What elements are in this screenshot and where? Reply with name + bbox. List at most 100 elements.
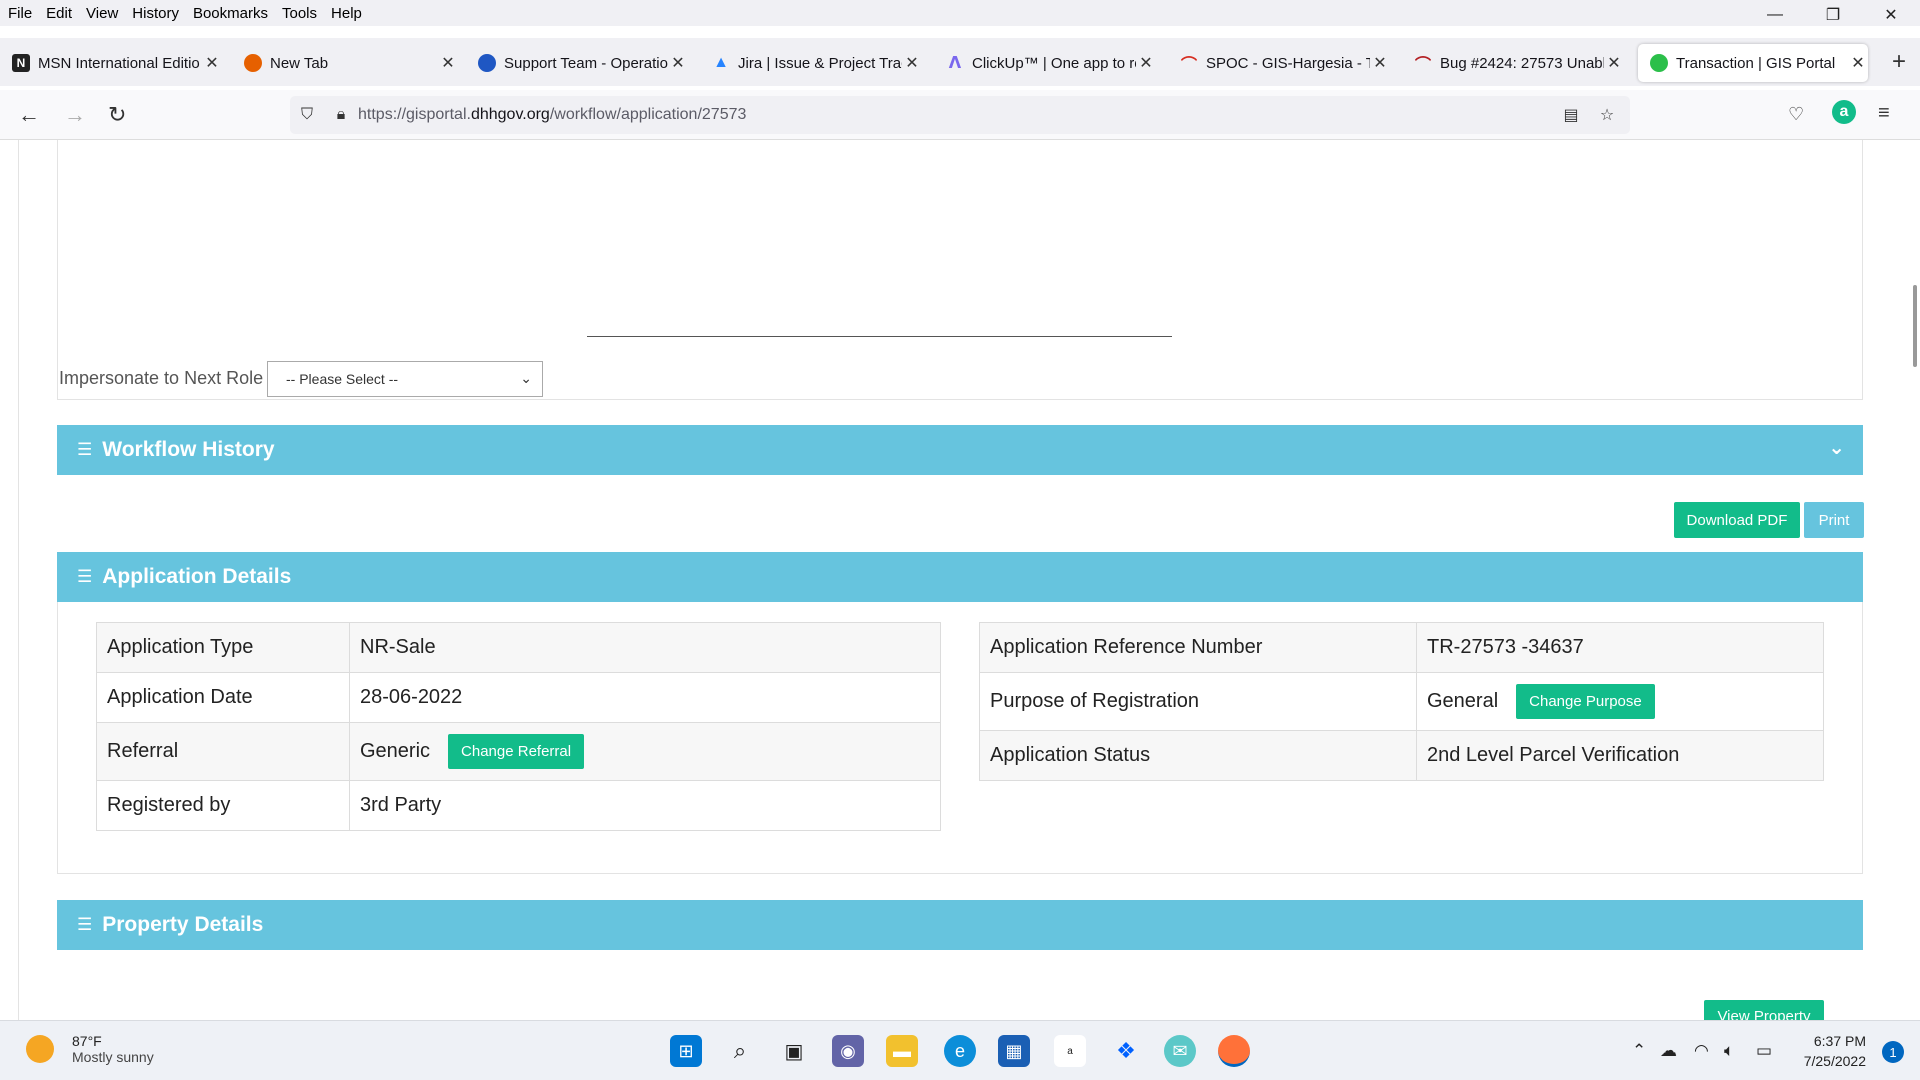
field-label: Application Type [96,622,350,673]
page-content: Impersonate to Next Role -- Please Selec… [0,140,1920,1020]
table-row: Application Reference Number TR-27573 -3… [979,622,1824,673]
field-value: 2nd Level Parcel Verification [1416,730,1824,781]
close-tab-icon[interactable]: ✕ [902,53,922,73]
field-value: 28-06-2022 [349,672,941,723]
menu-history[interactable]: History [124,5,185,22]
forward-button[interactable]: → [64,102,86,128]
select-value: -- Please Select -- [286,371,399,387]
tab-title: Transaction | GIS Portal [1676,54,1836,72]
field-value: 3rd Party [349,780,941,831]
chevron-down-icon[interactable]: ⌄ [1828,435,1845,460]
workflow-history-header[interactable]: ☰ Workflow History ⌄ [57,425,1863,475]
notification-badge[interactable]: 1 [1882,1041,1904,1063]
close-tab-icon[interactable]: ✕ [1848,53,1868,73]
change-purpose-button[interactable]: Change Purpose [1516,684,1655,719]
field-value-cell: General Change Purpose [1416,672,1824,731]
pocket-icon[interactable]: ♡ [1788,104,1804,125]
app-menu-icon[interactable]: ≡ [1878,102,1890,125]
tab-title: New Tab [270,54,329,72]
print-button[interactable]: Print [1804,502,1864,538]
field-value: NR-Sale [349,622,941,673]
minimize-button[interactable]: — [1746,0,1804,30]
shield-icon[interactable]: ⛉ [290,106,324,124]
navigation-bar: ← → ↻ ⛉ 🔒︎ https://gisportal.dhhgov.org/… [0,90,1920,140]
address-bar[interactable]: ⛉ 🔒︎ https://gisportal.dhhgov.org/workfl… [290,96,1630,134]
section-title: Property Details [102,913,264,936]
tab-transaction-gis-portal[interactable]: Transaction | GIS Portal ✕ [1638,44,1868,82]
account-icon[interactable]: a [1832,100,1856,124]
wifi-icon[interactable]: ◠ [1694,1041,1709,1061]
reload-button[interactable]: ↻ [108,102,126,128]
field-label: Purpose of Registration [979,672,1417,731]
application-details-header[interactable]: ☰ Application Details [57,552,1863,602]
tab-new-tab[interactable]: New Tab ✕ [232,44,458,82]
window-controls: — ❐ ✕ [1746,0,1920,30]
support-icon [478,54,496,72]
table-row: Application Status 2nd Level Parcel Veri… [979,730,1824,781]
chevron-up-icon[interactable]: ⌃ [1632,1041,1646,1061]
field-label: Application Date [96,672,350,723]
impersonate-label: Impersonate to Next Role [59,368,264,388]
edge-icon[interactable]: e [944,1035,976,1067]
restore-button[interactable]: ❐ [1804,0,1862,30]
close-tab-icon[interactable]: ✕ [1136,53,1156,73]
store-icon[interactable]: ▦ [998,1035,1030,1067]
view-property-button[interactable]: View Property [1704,1000,1824,1020]
impersonate-role-select[interactable]: -- Please Select -- ⌄ [267,361,543,397]
teams-chat-icon[interactable]: ◉ [832,1035,864,1067]
close-tab-icon[interactable]: ✕ [202,53,222,73]
download-pdf-button[interactable]: Download PDF [1674,502,1800,538]
close-tab-icon[interactable]: ✕ [438,53,458,73]
menu-help[interactable]: Help [323,5,368,22]
tab-title: Jira | Issue & Project Trac [738,54,902,72]
reader-view-icon[interactable]: ▤ [1554,105,1588,125]
close-window-button[interactable]: ✕ [1862,0,1920,30]
system-clock[interactable]: 6:37 PM 7/25/2022 [1804,1031,1866,1071]
url-domain: dhhgov.org [470,106,550,123]
menu-view[interactable]: View [78,5,124,22]
signature-line [587,336,1172,337]
scrollbar-thumb[interactable] [1913,285,1917,367]
change-referral-button[interactable]: Change Referral [448,734,585,769]
tab-strip: N MSN International Editio ✕ New Tab ✕ S… [0,38,1920,86]
battery-icon[interactable]: ▭ [1756,1041,1772,1061]
tab-support-team[interactable]: Support Team - Operatio ✕ [466,44,688,82]
onedrive-icon[interactable]: ☁ [1660,1041,1677,1061]
close-tab-icon[interactable]: ✕ [1604,53,1624,73]
field-value: TR-27573 -34637 [1416,622,1824,673]
lock-icon[interactable]: 🔒︎ [324,106,358,124]
messenger-icon[interactable]: ✉ [1164,1035,1196,1067]
page-scrollbar[interactable] [1910,140,1920,1020]
tab-spoc[interactable]: ⌒ SPOC - GIS-Hargesia - Te ✕ [1168,44,1390,82]
close-tab-icon[interactable]: ✕ [1370,53,1390,73]
windows-start-icon[interactable]: ⊞ [670,1035,702,1067]
url-text[interactable]: https://gisportal.dhhgov.org/workflow/ap… [358,106,746,124]
tab-jira[interactable]: ▲ Jira | Issue & Project Trac ✕ [700,44,922,82]
tab-clickup[interactable]: ᐱ ClickUp™ | One app to re ✕ [934,44,1156,82]
menu-bookmarks[interactable]: Bookmarks [185,5,274,22]
menu-edit[interactable]: Edit [38,5,78,22]
menu-tools[interactable]: Tools [274,5,323,22]
clickup-icon: ᐱ [948,55,962,72]
task-view-icon[interactable]: ▣ [778,1035,810,1067]
bookmark-star-icon[interactable]: ☆ [1590,105,1624,125]
property-details-header[interactable]: ☰ Property Details [57,900,1863,950]
tab-bug-2424[interactable]: ⌒ Bug #2424: 27573 Unabl ✕ [1402,44,1624,82]
close-tab-icon[interactable]: ✕ [668,53,688,73]
table-row: Application Date 28-06-2022 [96,672,941,723]
field-value: Generic [360,739,431,762]
tab-msn[interactable]: N MSN International Editio ✕ [0,44,222,82]
tab-title: SPOC - GIS-Hargesia - Te [1206,54,1370,72]
amazon-icon[interactable]: a [1054,1035,1086,1067]
volume-icon[interactable]: 🔈︎ [1724,1041,1734,1061]
search-icon[interactable]: ⌕ [724,1035,756,1067]
file-explorer-icon[interactable]: ▬ [886,1035,918,1067]
field-label: Application Status [979,730,1417,781]
menu-file[interactable]: File [0,5,38,22]
new-tab-button[interactable]: + [1892,48,1906,76]
firefox-taskbar-icon[interactable] [1218,1035,1250,1067]
clock-date: 7/25/2022 [1803,1053,1866,1069]
dropbox-icon[interactable]: ❖ [1110,1035,1142,1067]
back-button[interactable]: ← [18,102,40,128]
weather-widget[interactable]: 87°F Mostly sunny [26,1033,154,1065]
